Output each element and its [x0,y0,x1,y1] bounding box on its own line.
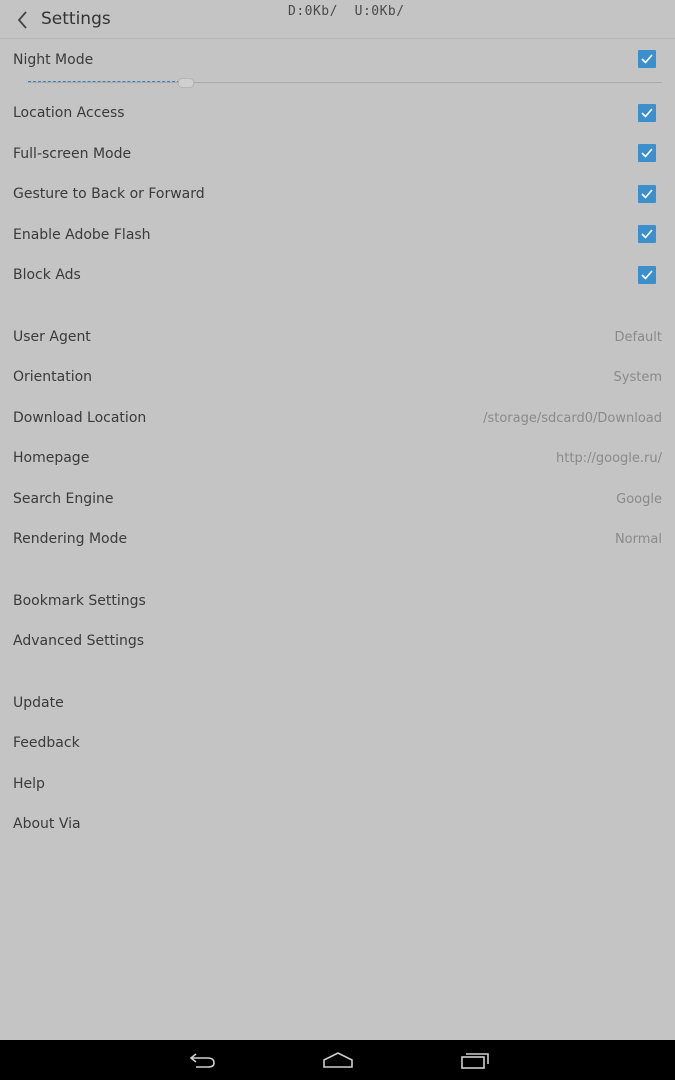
setting-value: Google [616,492,662,507]
setting-help[interactable]: Help [0,770,675,804]
setting-about-via[interactable]: About Via [0,810,675,844]
location-access-checkbox[interactable] [638,104,656,122]
setting-label: Block Ads [13,267,81,283]
setting-value: System [613,370,662,385]
block-ads-checkbox[interactable] [638,266,656,284]
setting-label: Update [13,695,64,711]
setting-label: Search Engine [13,491,114,507]
slider-track [28,82,662,83]
setting-value: Default [614,330,663,345]
setting-homepage[interactable]: Homepage http://google.ru/ [0,444,675,478]
setting-label: About Via [13,816,81,832]
setting-value: Normal [614,532,662,547]
setting-label: Night Mode [13,52,94,68]
setting-feedback[interactable]: Feedback [0,729,675,763]
checkmark-icon [641,108,653,118]
setting-label: Advanced Settings [13,633,145,649]
slider-thumb[interactable] [178,78,194,88]
setting-adobe-flash[interactable]: Enable Adobe Flash [0,221,675,255]
setting-bookmark-settings[interactable]: Bookmark Settings [0,587,675,621]
setting-update[interactable]: Update [0,689,675,723]
setting-location-access[interactable]: Location Access [0,99,675,133]
setting-label: Bookmark Settings [13,593,146,609]
setting-rendering-mode[interactable]: Rendering Mode Normal [0,525,675,559]
setting-night-mode[interactable]: Night Mode [0,45,675,79]
setting-label: User Agent [13,329,91,345]
setting-user-agent[interactable]: User Agent Default [0,323,675,357]
setting-label: Gesture to Back or Forward [13,186,205,202]
setting-search-engine[interactable]: Search Engine Google [0,485,675,519]
recent-apps-icon[interactable] [459,1050,491,1070]
setting-label: Location Access [13,105,125,121]
setting-orientation[interactable]: Orientation System [0,363,675,397]
gesture-navigation-checkbox[interactable] [638,185,656,203]
setting-label: Feedback [13,735,80,751]
setting-label: Help [13,776,45,792]
night-mode-brightness-slider[interactable] [28,78,662,88]
page-title: Settings [41,9,111,29]
setting-full-screen-mode[interactable]: Full-screen Mode [0,140,675,174]
checkmark-icon [641,148,653,158]
setting-value: http://google.ru/ [556,451,662,466]
checkmark-icon [641,54,653,64]
setting-label: Rendering Mode [13,531,128,547]
checkmark-icon [641,189,653,199]
setting-label: Homepage [13,450,90,466]
adobe-flash-checkbox[interactable] [638,225,656,243]
setting-download-location[interactable]: Download Location /storage/sdcard0/Downl… [0,404,675,438]
slider-fill [28,81,180,82]
system-navigation-bar [0,1040,675,1080]
setting-label: Full-screen Mode [13,146,132,162]
setting-gesture-navigation[interactable]: Gesture to Back or Forward [0,180,675,214]
home-icon[interactable] [322,1050,354,1070]
back-arrow-icon[interactable] [186,1050,218,1070]
night-mode-checkbox[interactable] [638,50,656,68]
setting-label: Download Location [13,410,147,426]
checkmark-icon [641,270,653,280]
setting-label: Orientation [13,369,93,385]
setting-block-ads[interactable]: Block Ads [0,261,675,295]
chevron-left-icon[interactable] [14,9,32,31]
network-speed-indicator: D:0Kb/ U:0Kb/ [288,4,405,19]
setting-label: Enable Adobe Flash [13,227,151,243]
setting-value: /storage/sdcard0/Download [483,411,662,426]
top-bar: Settings D:0Kb/ U:0Kb/ [0,0,675,39]
setting-advanced-settings[interactable]: Advanced Settings [0,627,675,661]
full-screen-mode-checkbox[interactable] [638,144,656,162]
checkmark-icon [641,229,653,239]
